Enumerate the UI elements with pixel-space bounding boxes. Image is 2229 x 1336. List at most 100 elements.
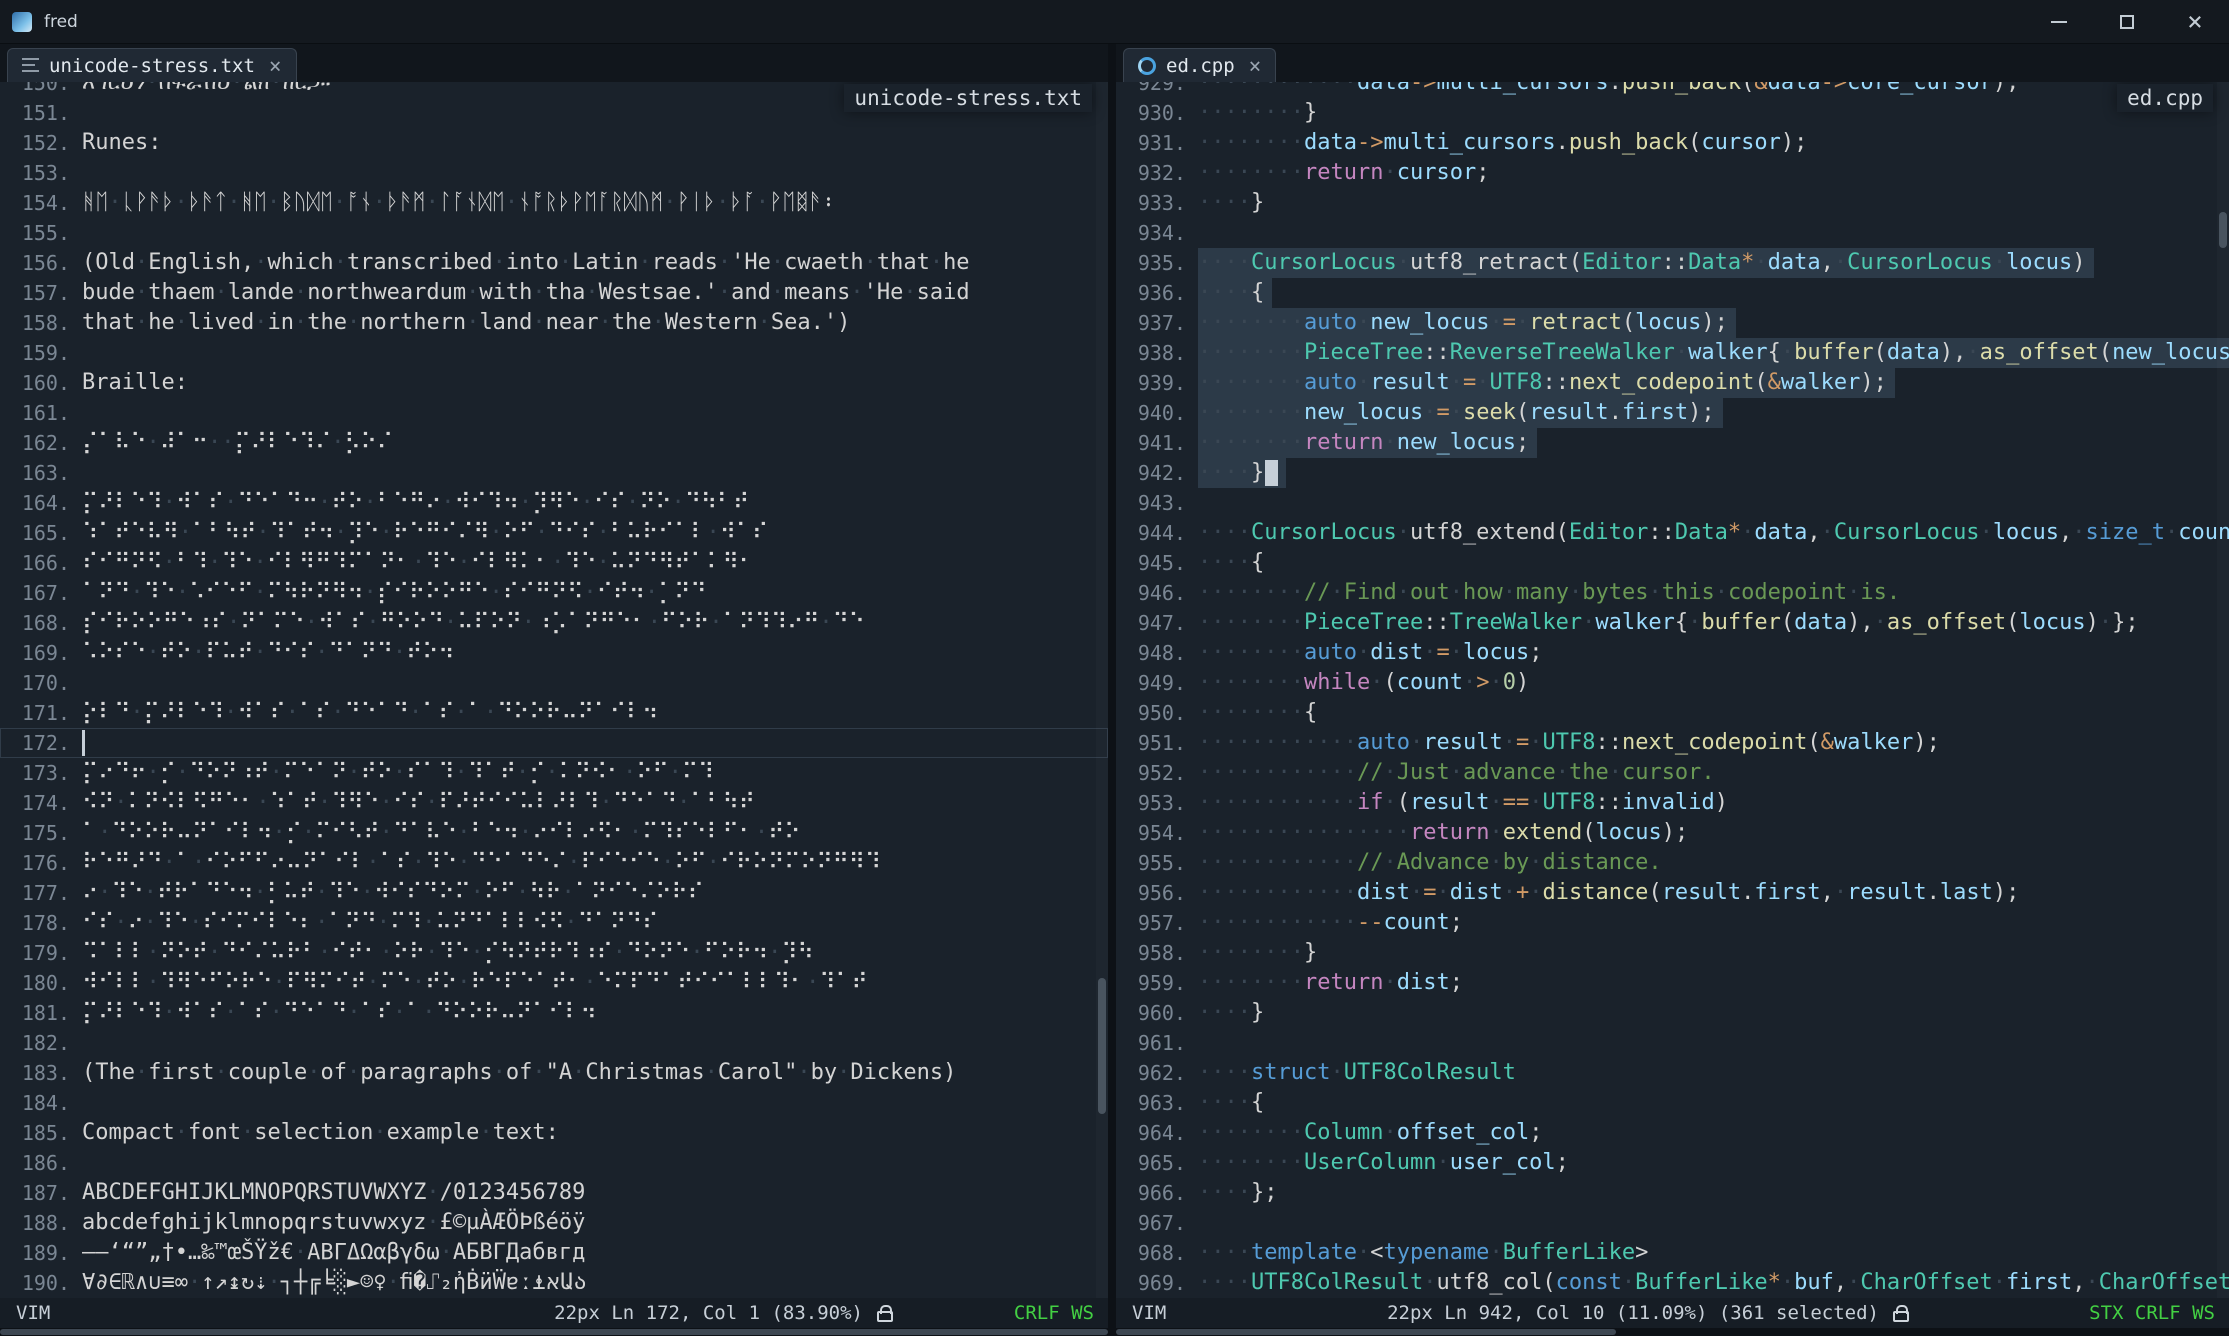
code-line[interactable]: (The·first·couple·of·paragraphs·of·"A·Ch… bbox=[82, 1058, 1108, 1088]
editor-row[interactable]: 182. bbox=[0, 1028, 1108, 1058]
code-line[interactable]: ⠊⠎·⠔·⠹⠑·⠎⠊⠍⠊⠇⠑⠆·⠁⠝⠙·⠍⠹·⠥⠝⠙⠁⠇⠇⠪⠫·⠙⠁⠝⠙⠎ bbox=[82, 908, 1108, 938]
editor-row[interactable]: 944.····CursorLocus·utf8_extend(Editor::… bbox=[1116, 518, 2229, 548]
editor-row[interactable]: 930.········} bbox=[1116, 98, 2229, 128]
editor-row[interactable]: 184. bbox=[0, 1088, 1108, 1118]
editor-row[interactable]: 162.⡌⠁⠧⠑·⠼⠁⠒··⡍⠜⠇⠑⠹⠌·⡣⠕⠌ bbox=[0, 428, 1108, 458]
code-line[interactable] bbox=[82, 338, 1108, 368]
code-line[interactable]: ········{ bbox=[1198, 698, 2229, 728]
editor-row[interactable]: 157.bude·thaem·lande·northweardum·with·t… bbox=[0, 278, 1108, 308]
code-line[interactable]: ∀∂∈ℝ∧∪≡∞·↑↗↨↻⇣·┐┼╔╘░►☺♀·ﬁ�⑀₂ἠḂӥẄɐː⍎אԱა bbox=[82, 1268, 1108, 1298]
code-line[interactable] bbox=[1198, 1208, 2229, 1238]
horizontal-scrollbar[interactable] bbox=[0, 1328, 2229, 1336]
editor-row[interactable]: 178.⠊⠎·⠔·⠹⠑·⠎⠊⠍⠊⠇⠑⠆·⠁⠝⠙·⠍⠹·⠥⠝⠙⠁⠇⠇⠪⠫·⠙⠁⠝⠙… bbox=[0, 908, 1108, 938]
editor-row[interactable]: 158.that·he·lived·in·the·northern·land·n… bbox=[0, 308, 1108, 338]
code-line[interactable]: bude·thaem·lande·northweardum·with·tha·W… bbox=[82, 278, 1108, 308]
editor-row[interactable]: 187.ABCDEFGHIJKLMNOPQRSTUVWXYZ·/01234567… bbox=[0, 1178, 1108, 1208]
minimize-button[interactable] bbox=[2025, 0, 2093, 43]
maximize-button[interactable] bbox=[2093, 0, 2161, 43]
editor-row[interactable]: 152.Runes: bbox=[0, 128, 1108, 158]
editor-row[interactable]: 967. bbox=[1116, 1208, 2229, 1238]
vertical-scrollbar[interactable] bbox=[1096, 82, 1108, 1298]
editor-row[interactable]: 156.(Old·English,·which·transcribed·into… bbox=[0, 248, 1108, 278]
editor-row[interactable]: 960.····} bbox=[1116, 998, 2229, 1028]
editor-row[interactable]: 969.····UTF8ColResult·utf8_col(const·Buf… bbox=[1116, 1268, 2229, 1298]
code-line[interactable]: ········//·Find·out·how·many·bytes·this·… bbox=[1198, 578, 2229, 608]
titlebar[interactable]: fred × bbox=[0, 0, 2229, 44]
tab-ed-cpp[interactable]: ed.cpp × bbox=[1123, 48, 1276, 82]
code-line[interactable]: ····} bbox=[1198, 188, 2229, 218]
editor-row[interactable]: 961. bbox=[1116, 1028, 2229, 1058]
editor-row[interactable]: 181.⡍⠜⠇⠑⠹·⠺⠁⠎·⠁⠎·⠙⠑⠁⠙·⠁⠎·⠁·⠙⠕⠕⠗⠤⠝⠁⠊⠇⠲ bbox=[0, 998, 1108, 1028]
code-line[interactable]: ⠁⠝⠙·⠹⠑·⠡⠊⠑⠋·⠍⠳⠗⠝⠻⠲·⡎⠊⠗⠕⠕⠛⠑·⠎⠊⠛⠝⠫·⠊⠞⠲·⡁⠝⠙ bbox=[82, 578, 1108, 608]
vertical-scrollbar[interactable] bbox=[2217, 82, 2229, 1298]
editor-row[interactable]: 168.⡎⠊⠗⠕⠕⠛⠑⠰⠎·⠝⠁⠍⠑·⠺⠁⠎·⠛⠕⠕⠙·⠥⠏⠕⠝·⠰⡡⠁⠝⠛⠑⠂… bbox=[0, 608, 1108, 638]
editor-row[interactable]: 963.····{ bbox=[1116, 1088, 2229, 1118]
editor-row[interactable]: 153. bbox=[0, 158, 1108, 188]
editor-row[interactable]: 186. bbox=[0, 1148, 1108, 1178]
code-line[interactable]: ········while·(count·>·0) bbox=[1198, 668, 2229, 698]
editor-row[interactable]: 183.(The·first·couple·of·paragraphs·of·"… bbox=[0, 1058, 1108, 1088]
editor-row[interactable]: 189.–—‘“”„†•…‰™œŠŸž€·ΑΒΓΔΩαβγδω·АБВГДабв… bbox=[0, 1238, 1108, 1268]
editor-row[interactable]: 968.····template·<typename·BufferLike> bbox=[1116, 1238, 2229, 1268]
editor-row[interactable]: 938.········PieceTree::ReverseTreeWalker… bbox=[1116, 338, 2229, 368]
code-line[interactable]: ⠪⠝·⠅⠝⠪⠇⠫⠛⠑⠂·⠱⠁⠞·⠹⠻⠑·⠊⠎·⠏⠜⠞⠊⠊⠥⠇⠜⠇⠹·⠙⠑⠁⠙·⠁… bbox=[82, 788, 1108, 818]
code-line[interactable] bbox=[1198, 488, 2229, 518]
text-editor-right[interactable]: ed.cpp 929.············data->multi_curso… bbox=[1116, 82, 2229, 1298]
code-line[interactable]: ········new_locus·=·seek(result.first); bbox=[1198, 398, 2229, 428]
editor-row[interactable]: 936.····{ bbox=[1116, 278, 2229, 308]
code-line[interactable] bbox=[82, 668, 1108, 698]
close-button[interactable]: × bbox=[2161, 0, 2229, 43]
code-line[interactable]: ············auto·result·=·UTF8::next_cod… bbox=[1198, 728, 2229, 758]
code-line[interactable]: ABCDEFGHIJKLMNOPQRSTUVWXYZ·/0123456789 bbox=[82, 1178, 1108, 1208]
horizontal-scrollbar-thumb[interactable] bbox=[1116, 1329, 1616, 1335]
text-editor-left[interactable]: unicode-stress.txt 150.እግርህን·በፍራሽህ·ልክ·ዘር… bbox=[0, 82, 1108, 1298]
code-line[interactable]: ············//·Advance·by·distance. bbox=[1198, 848, 2229, 878]
editor-row[interactable]: 167.⠁⠝⠙·⠹⠑·⠡⠊⠑⠋·⠍⠳⠗⠝⠻⠲·⡎⠊⠗⠕⠕⠛⠑·⠎⠊⠛⠝⠫·⠊⠞⠲… bbox=[0, 578, 1108, 608]
editor-row[interactable]: 946.········//·Find·out·how·many·bytes·t… bbox=[1116, 578, 2229, 608]
code-line[interactable]: ········return·new_locus; bbox=[1198, 428, 2229, 458]
editor-row[interactable]: 170. bbox=[0, 668, 1108, 698]
vertical-scrollbar-thumb[interactable] bbox=[1098, 978, 1106, 1114]
code-line[interactable]: ············--count; bbox=[1198, 908, 2229, 938]
editor-row[interactable]: 173.⡍⠔⠙⠖·⡊·⠙⠕⠝⠰⠞·⠍⠑⠁⠝·⠞⠕·⠎⠁⠹·⠹⠁⠞·⡊·⠅⠝⠪⠂·… bbox=[0, 758, 1108, 788]
editor-row[interactable]: 188.abcdefghijklmnopqrstuvwxyz·£©µÀÆÖÞßé… bbox=[0, 1208, 1108, 1238]
line-ending-indicator[interactable]: STX CRLF WS bbox=[2089, 1298, 2215, 1328]
editor-row[interactable]: 155. bbox=[0, 218, 1108, 248]
code-line[interactable]: (Old·English,·which·transcribed·into·Lat… bbox=[82, 248, 1108, 278]
code-line[interactable] bbox=[82, 1148, 1108, 1178]
editor-row[interactable]: 185.Compact·font·selection·example·text: bbox=[0, 1118, 1108, 1148]
code-line[interactable]: ········PieceTree::ReverseTreeWalker·wal… bbox=[1198, 338, 2229, 368]
code-line[interactable]: abcdefghijklmnopqrstuvwxyz·£©µÀÆÖÞßéöÿ bbox=[82, 1208, 1108, 1238]
code-line[interactable]: ········return·dist; bbox=[1198, 968, 2229, 998]
editor-row[interactable]: 956.············dist·=·dist·+·distance(r… bbox=[1116, 878, 2229, 908]
tab-close-icon[interactable]: × bbox=[1249, 54, 1262, 78]
code-line[interactable]: ⠁·⠙⠕⠕⠗⠤⠝⠁⠊⠇⠲·⡊·⠍⠊⠣⠞·⠙⠁⠧⠑·⠃⠑⠲·⠔⠊⠇⠔⠫⠂·⠍⠹⠎⠑… bbox=[82, 818, 1108, 848]
code-line[interactable]: ····} bbox=[1198, 998, 2229, 1028]
code-line[interactable]: ········PieceTree::TreeWalker·walker{·bu… bbox=[1198, 608, 2229, 638]
code-line[interactable]: ⡍⠔⠙⠖·⡊·⠙⠕⠝⠰⠞·⠍⠑⠁⠝·⠞⠕·⠎⠁⠹·⠹⠁⠞·⡊·⠅⠝⠪⠂·⠕⠋·⠍… bbox=[82, 758, 1108, 788]
code-line[interactable]: Braille: bbox=[82, 368, 1108, 398]
editor-row[interactable]: 174.⠪⠝·⠅⠝⠪⠇⠫⠛⠑⠂·⠱⠁⠞·⠹⠻⠑·⠊⠎·⠏⠜⠞⠊⠊⠥⠇⠜⠇⠹·⠙⠑… bbox=[0, 788, 1108, 818]
code-line[interactable]: ········auto·result·=·UTF8::next_codepoi… bbox=[1198, 368, 2229, 398]
editor-row[interactable]: 177.⠔·⠹⠑·⠞⠗⠁⠙⠑⠲·⡃⠥⠞·⠹⠑·⠺⠊⠎⠙⠕⠍·⠕⠋·⠳⠗·⠁⠝⠊⠑… bbox=[0, 878, 1108, 908]
code-line[interactable]: ············data->multi_cursors.push_bac… bbox=[1198, 82, 2229, 98]
code-line[interactable]: ····{ bbox=[1198, 548, 2229, 578]
code-line[interactable] bbox=[82, 728, 1108, 758]
code-line[interactable]: ····struct·UTF8ColResult bbox=[1198, 1058, 2229, 1088]
code-line[interactable] bbox=[1198, 218, 2229, 248]
code-line[interactable]: ⠩⠁⠇⠇·⠝⠕⠞·⠙⠊⠌⠥⠗⠃·⠊⠞⠂·⠕⠗·⠹⠑·⡊⠳⠝⠞⠗⠹⠰⠎·⠙⠕⠝⠑·… bbox=[82, 938, 1108, 968]
code-line[interactable]: ⠡⠕⠎⠑·⠞⠕·⠏⠥⠞·⠙⠊⠎·⠙⠁⠝⠙·⠞⠕⠲ bbox=[82, 638, 1108, 668]
code-line[interactable]: ········auto·dist·=·locus; bbox=[1198, 638, 2229, 668]
code-line[interactable]: ⠱⠁⠞⠑⠧⠻·⠁⠃⠳⠞·⠹⠁⠞⠲·⡹⠑·⠗⠑⠛⠊⠌⠻·⠕⠋·⠙⠊⠎·⠃⠥⠗⠊⠁⠇… bbox=[82, 518, 1108, 548]
lock-icon[interactable] bbox=[1893, 1311, 1909, 1322]
editor-row[interactable]: 161. bbox=[0, 398, 1108, 428]
editor-row[interactable]: 951.············auto·result·=·UTF8::next… bbox=[1116, 728, 2229, 758]
editor-row[interactable]: 939.········auto·result·=·UTF8::next_cod… bbox=[1116, 368, 2229, 398]
editor-row[interactable]: 962.····struct·UTF8ColResult bbox=[1116, 1058, 2229, 1088]
lock-icon[interactable] bbox=[877, 1311, 893, 1322]
editor-row[interactable]: 190.∀∂∈ℝ∧∪≡∞·↑↗↨↻⇣·┐┼╔╘░►☺♀·ﬁ�⑀₂ἠḂӥẄɐː⍎א… bbox=[0, 1268, 1108, 1298]
editor-row[interactable]: 180.⠺⠊⠇⠇·⠹⠻⠑⠋⠕⠗⠑·⠏⠻⠍⠊⠞·⠍⠑·⠞⠕·⠗⠑⠏⠑⠁⠞⠂·⠑⠍⠏… bbox=[0, 968, 1108, 998]
editor-row[interactable]: 959.········return·dist; bbox=[1116, 968, 2229, 998]
code-line[interactable]: ····CursorLocus·utf8_retract(Editor::Dat… bbox=[1198, 248, 2229, 278]
code-line[interactable]: ⡕⠇⠙·⡍⠜⠇⠑⠹·⠺⠁⠎·⠁⠎·⠙⠑⠁⠙·⠁⠎·⠁·⠙⠕⠕⠗⠤⠝⠁⠊⠇⠲ bbox=[82, 698, 1108, 728]
